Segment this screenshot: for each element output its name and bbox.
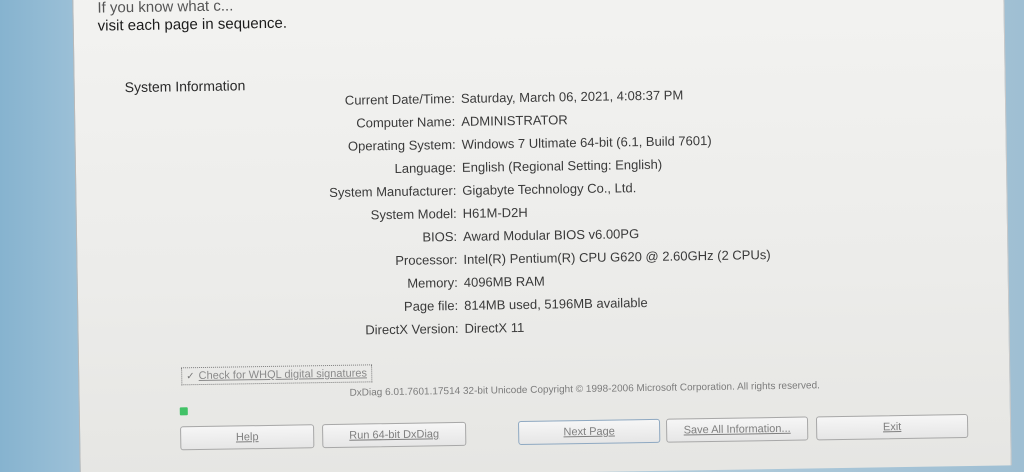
info-value: Intel(R) Pentium(R) CPU G620 @ 2.60GHz (… xyxy=(463,247,771,267)
info-label: System Model: xyxy=(370,205,457,223)
intro-line-2: visit each page in sequence. xyxy=(97,14,288,35)
info-value: Award Modular BIOS v6.00PG xyxy=(462,226,640,244)
exit-button[interactable]: Exit xyxy=(815,413,969,441)
whql-checkbox[interactable]: ✓ Check for WHQL digital signatures xyxy=(181,364,373,386)
progress-bar xyxy=(179,406,290,416)
info-value: 4096MB RAM xyxy=(463,273,545,290)
info-label: Operating System: xyxy=(347,136,456,154)
desktop-background: If you know what c... visit each page in… xyxy=(0,0,1024,472)
info-value: Windows 7 Ultimate 64-bit (6.1, Build 76… xyxy=(461,132,712,152)
info-value: Gigabyte Technology Co., Ltd. xyxy=(462,180,637,198)
info-label: Current Date/Time: xyxy=(344,91,456,108)
info-value: Saturday, March 06, 2021, 4:08:37 PM xyxy=(460,87,684,106)
system-information-title: System Information xyxy=(124,77,246,96)
checkmark-icon: ✓ xyxy=(186,370,195,382)
info-label: DirectX Version: xyxy=(365,320,459,338)
intro-text: If you know what c... visit each page in… xyxy=(97,0,287,36)
whql-checkbox-label: Check for WHQL digital signatures xyxy=(198,367,368,383)
progress-fill xyxy=(179,407,188,416)
help-button[interactable]: Help xyxy=(180,424,315,451)
info-label: Page file: xyxy=(403,297,459,314)
dxdiag-window: If you know what c... visit each page in… xyxy=(72,0,1012,472)
info-label: Language: xyxy=(394,159,457,176)
info-label: Computer Name: xyxy=(356,113,456,131)
info-label: BIOS: xyxy=(422,228,458,245)
info-value: H61M-D2H xyxy=(462,204,528,221)
info-value: ADMINISTRATOR xyxy=(461,112,568,129)
info-value: DirectX 11 xyxy=(464,319,525,336)
next-page-button[interactable]: Next Page xyxy=(517,418,661,446)
info-value: English (Regional Setting: English) xyxy=(461,156,663,175)
info-label: Processor: xyxy=(395,251,458,268)
save-all-information-button[interactable]: Save All Information... xyxy=(665,416,809,443)
info-label: Memory: xyxy=(407,274,458,291)
info-label: System Manufacturer: xyxy=(329,182,457,200)
run-64-bit-dxdiag-button[interactable]: Run 64-bit DxDiag xyxy=(322,421,467,449)
info-value: 814MB used, 5196MB available xyxy=(464,294,648,313)
copyright-text: DxDiag 6.01.7601.17514 32-bit Unicode Co… xyxy=(349,380,820,399)
